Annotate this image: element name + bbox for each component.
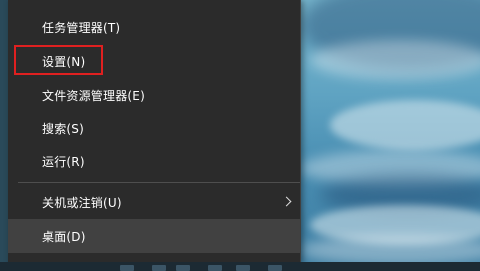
menu-item-label: 关机或注销(U) (42, 195, 122, 210)
settings-highlight-annotation (14, 45, 103, 75)
wallpaper-wave (300, 235, 480, 265)
taskbar-app-icon[interactable] (208, 265, 222, 271)
taskbar-app-icon[interactable] (120, 265, 134, 271)
wallpaper-sandbar (330, 100, 480, 150)
menu-item-label: 桌面(D) (42, 229, 86, 244)
taskbar-app-icon[interactable] (152, 265, 166, 271)
wallpaper-wave (310, 40, 480, 80)
menu-item-label: 搜索(S) (42, 121, 84, 136)
taskbar-app-icon[interactable] (236, 265, 250, 271)
menu-item-shutdown-signout[interactable]: 关机或注销(U) (8, 185, 300, 219)
menu-separator (18, 182, 300, 183)
taskbar-app-icon[interactable] (176, 265, 190, 271)
menu-item-file-explorer[interactable]: 文件资源管理器(E) (8, 78, 300, 112)
menu-item-run[interactable]: 运行(R) (8, 144, 300, 178)
menu-item-label: 任务管理器(T) (42, 20, 121, 35)
menu-item-task-manager[interactable]: 任务管理器(T) (8, 10, 300, 44)
taskbar-app-icon[interactable] (268, 265, 282, 271)
menu-item-desktop[interactable]: 桌面(D) (8, 219, 300, 253)
menu-item-search[interactable]: 搜索(S) (8, 111, 300, 145)
winx-context-menu: 任务管理器(T) 设置(N) 文件资源管理器(E) 搜索(S) 运行(R) 关机… (8, 0, 301, 262)
menu-item-label: 文件资源管理器(E) (42, 88, 145, 103)
menu-item-label: 运行(R) (42, 154, 85, 169)
desktop-left-edge (0, 0, 8, 271)
chevron-right-icon (281, 196, 292, 207)
